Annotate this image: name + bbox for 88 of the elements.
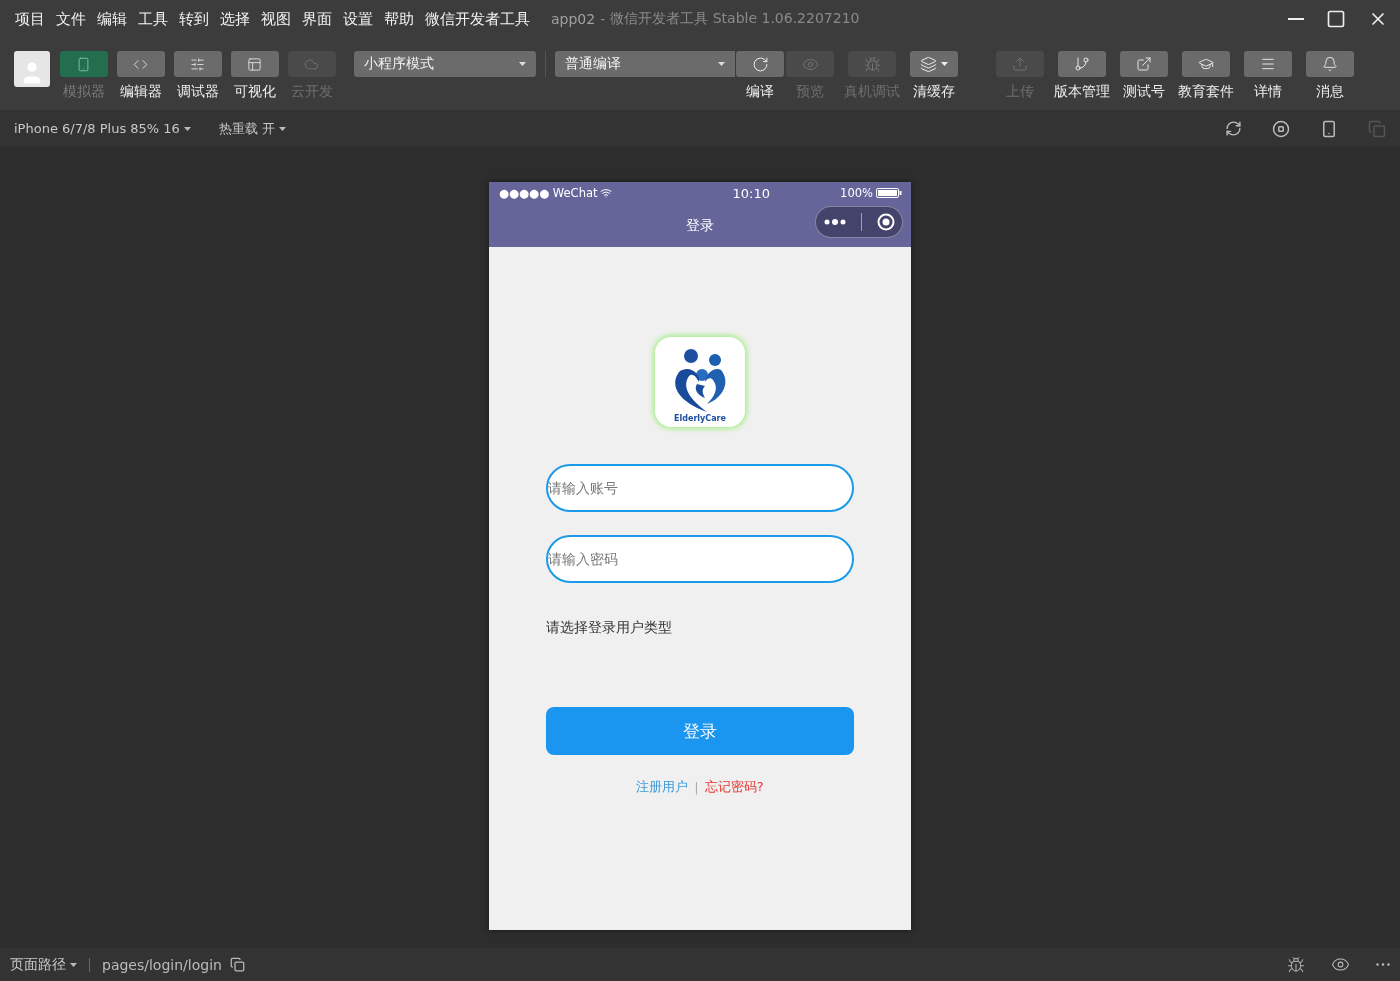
- project-action-button[interactable]: [1306, 51, 1354, 77]
- window-title: 微信开发者工具 Stable 1.06.2207210: [610, 10, 860, 28]
- action-label: 教育套件: [1178, 83, 1234, 101]
- more-icon: [823, 219, 846, 225]
- device-dropdown[interactable]: iPhone 6/7/8 Plus 85% 16: [14, 121, 191, 136]
- window-button[interactable]: [1368, 119, 1386, 138]
- phone-button[interactable]: [1320, 119, 1338, 138]
- account-field[interactable]: 请输入账号: [546, 464, 854, 512]
- project-action-button[interactable]: [1182, 51, 1230, 77]
- battery-icon: [876, 188, 902, 198]
- menu-item[interactable]: 设置: [343, 9, 373, 29]
- view-toggle[interactable]: [230, 51, 279, 77]
- caret-icon: [941, 62, 948, 66]
- hot-reload-dropdown[interactable]: 热重载 开: [218, 119, 287, 138]
- view-toggle[interactable]: [173, 51, 222, 77]
- project-action-button[interactable]: [1244, 51, 1292, 77]
- project-name: app02: [551, 11, 596, 27]
- cloud-icon: [304, 56, 319, 72]
- sliders-icon: [190, 56, 205, 72]
- compile-action-button[interactable]: [736, 51, 784, 77]
- view-toggle[interactable]: [59, 51, 108, 77]
- phone-icon: [76, 56, 91, 72]
- toggle-label: 可视化: [233, 83, 276, 101]
- action-label: 测试号: [1123, 83, 1165, 101]
- battery-text: 100%: [840, 186, 902, 200]
- debug-button[interactable]: [1287, 955, 1305, 974]
- maximize-button[interactable]: [1326, 9, 1346, 29]
- branch-icon: [1074, 56, 1090, 72]
- compile-action-button[interactable]: [910, 51, 958, 77]
- bell-icon: [1322, 56, 1338, 72]
- menu-item[interactable]: 帮助: [384, 9, 414, 29]
- mode-dropdown[interactable]: 小程序模式: [354, 51, 536, 77]
- toggle-label: 编辑器: [119, 83, 162, 101]
- menu-item[interactable]: 界面: [302, 9, 332, 29]
- carrier-text: ●●●●● WeChat: [499, 186, 613, 200]
- caret-icon: [279, 126, 287, 131]
- more-icon: [1376, 963, 1390, 966]
- capsule-menu[interactable]: [815, 206, 903, 238]
- page-title: 登录: [686, 216, 714, 235]
- action-label: 详情: [1254, 83, 1282, 101]
- upload-icon: [1012, 56, 1028, 72]
- project-action-button[interactable]: [1120, 51, 1168, 77]
- menu-icon: [1260, 56, 1276, 72]
- link-divider: |: [694, 779, 699, 795]
- action-label: 版本管理: [1054, 83, 1110, 101]
- copy-button[interactable]: [229, 957, 245, 972]
- external-link-icon: [1136, 56, 1152, 72]
- refresh-button[interactable]: [1225, 120, 1242, 137]
- menu-item[interactable]: 视图: [261, 9, 291, 29]
- page-path: pages/login/login: [102, 956, 222, 973]
- page-path-dropdown[interactable]: 页面路径: [10, 955, 77, 974]
- title-separator: -: [600, 11, 606, 27]
- action-label: 编译: [746, 83, 774, 101]
- password-field[interactable]: 请输入密码: [546, 535, 854, 583]
- menu-item[interactable]: 微信开发者工具: [425, 9, 530, 29]
- menu-item[interactable]: 选择: [220, 9, 250, 29]
- minimize-icon: [1288, 18, 1304, 20]
- caret-icon: [70, 962, 77, 967]
- toggle-label: 调试器: [176, 83, 219, 101]
- refresh-icon: [751, 55, 769, 73]
- action-label: 清缓存: [913, 83, 955, 101]
- menu-item[interactable]: 编辑: [97, 9, 127, 29]
- layers-icon: [920, 55, 937, 73]
- menu-item[interactable]: 文件: [56, 9, 86, 29]
- menu-item[interactable]: 工具: [138, 9, 168, 29]
- view-toggle[interactable]: [116, 51, 165, 77]
- user-type-label: 请选择登录用户类型: [546, 619, 673, 637]
- target-icon: [876, 213, 895, 231]
- preview-button[interactable]: [1331, 955, 1350, 974]
- toggle-label: 模拟器: [62, 83, 105, 101]
- clock-text: 10:10: [732, 185, 771, 201]
- caret-icon: [718, 62, 725, 66]
- graduation-cap-icon: [1198, 56, 1214, 72]
- wifi-icon: [600, 187, 613, 199]
- maximize-icon: [1326, 9, 1346, 29]
- caret-icon: [183, 126, 191, 131]
- stop-button[interactable]: [1272, 119, 1290, 138]
- caret-icon: [519, 62, 526, 66]
- logo-text: ElderlyCare: [674, 414, 726, 423]
- action-label: 消息: [1316, 83, 1344, 101]
- more-button[interactable]: [1376, 963, 1390, 966]
- project-action-button[interactable]: [1058, 51, 1106, 77]
- layout-icon: [247, 56, 262, 72]
- bug-icon: [863, 55, 881, 73]
- forgot-password-link[interactable]: 忘记密码?: [704, 778, 764, 796]
- menu-item[interactable]: 转到: [179, 9, 209, 29]
- menu-item[interactable]: 项目: [15, 9, 45, 29]
- compile-dropdown[interactable]: 普通编译: [555, 51, 735, 77]
